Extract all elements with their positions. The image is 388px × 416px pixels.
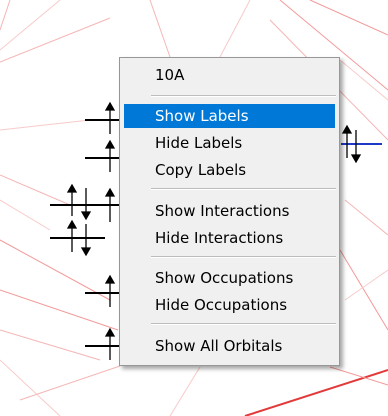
context-menu: 10A Show Labels Hide Labels Copy Labels … — [119, 57, 340, 366]
menu-item-show-all-orbitals[interactable]: Show All Orbitals — [124, 334, 335, 358]
menu-separator — [151, 256, 336, 258]
menu-separator — [151, 95, 336, 97]
menu-item-hide-interactions[interactable]: Hide Interactions — [124, 226, 335, 250]
orbital-level-right-selected[interactable] — [341, 124, 382, 164]
menu-item-show-labels[interactable]: Show Labels — [124, 104, 335, 128]
menu-item-show-interactions[interactable]: Show Interactions — [124, 199, 335, 223]
menu-separator — [151, 188, 336, 190]
electron-spin-arrows-left — [66, 101, 116, 360]
menu-item-hide-occupations[interactable]: Hide Occupations — [124, 293, 335, 317]
orbital-levels-left[interactable] — [50, 119, 119, 347]
menu-item-show-occupations[interactable]: Show Occupations — [124, 266, 335, 290]
menu-title-orbital: 10A — [155, 66, 185, 84]
menu-item-copy-labels[interactable]: Copy Labels — [124, 158, 335, 182]
menu-item-hide-labels[interactable]: Hide Labels — [124, 131, 335, 155]
menu-separator — [151, 323, 336, 325]
